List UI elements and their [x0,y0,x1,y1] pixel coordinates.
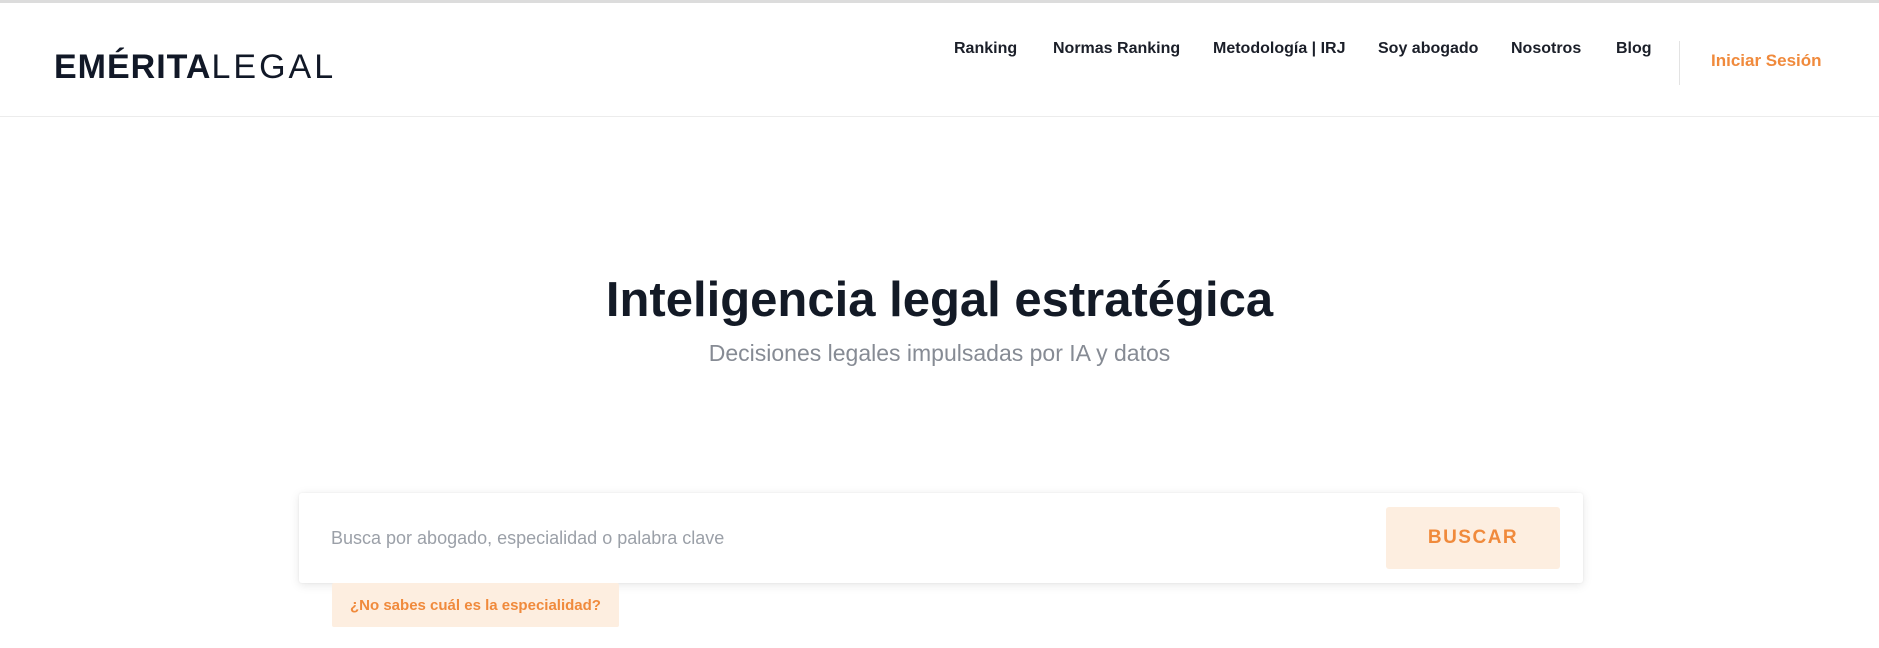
nav-item-nosotros[interactable]: Nosotros [1511,38,1581,60]
brand-logo[interactable]: EMÉRITALEGAL [54,47,336,87]
nav-item-soy-abogado[interactable]: Soy abogado [1378,38,1478,60]
nav-divider [1679,41,1680,85]
hero-title: Inteligencia legal estratégica [605,273,1274,327]
search-input[interactable] [331,515,1351,561]
specialty-help-link[interactable]: ¿No sabes cuál es la especialidad? [332,583,619,627]
nav-item-normas-ranking[interactable]: Normas Ranking [1053,38,1180,60]
nav-item-ranking[interactable]: Ranking [954,38,1017,60]
site-header: EMÉRITALEGAL Ranking Normas Ranking Meto… [0,3,1879,117]
nav-item-blog[interactable]: Blog [1616,38,1652,60]
search-button[interactable]: BUSCAR [1386,507,1560,569]
hero-subtitle: Decisiones legales impulsadas por IA y d… [708,340,1171,366]
nav-item-metodologia[interactable]: Metodología | IRJ [1213,38,1345,60]
login-link[interactable]: Iniciar Sesión [1711,50,1822,72]
logo-text-light: LEGAL [211,48,337,86]
search-box: BUSCAR [299,493,1583,583]
logo-text-strong: EMÉRITA [54,48,212,86]
